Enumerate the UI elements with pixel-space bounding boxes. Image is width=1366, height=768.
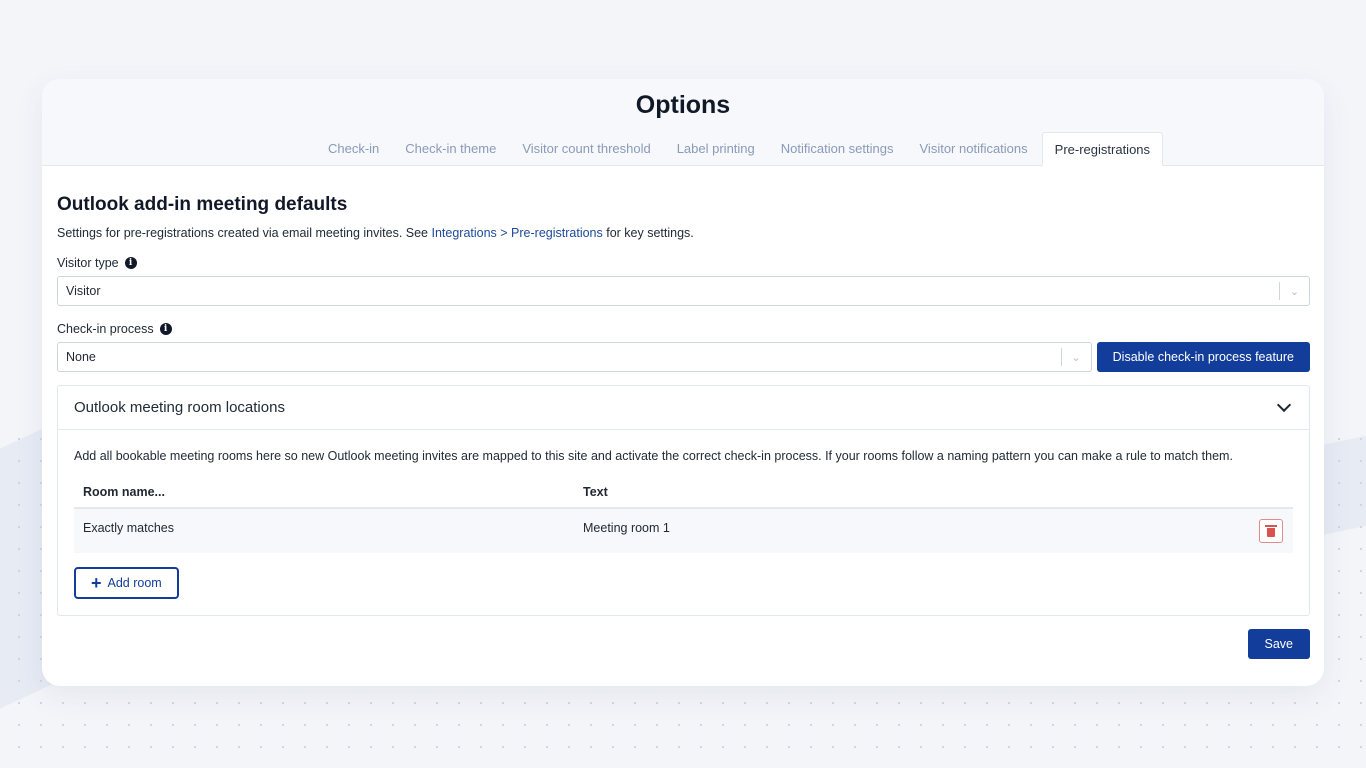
chevron-down-icon[interactable] xyxy=(1276,397,1292,413)
tab-pre-registrations[interactable]: Pre-registrations xyxy=(1041,132,1164,166)
disable-checkin-process-button[interactable]: Disable check-in process feature xyxy=(1096,342,1310,372)
trash-icon xyxy=(1265,524,1277,537)
tab-notification-settings[interactable]: Notification settings xyxy=(768,141,907,166)
room-match-type: Exactly matches xyxy=(83,521,175,535)
tab-visitor-count-threshold[interactable]: Visitor count threshold xyxy=(509,141,663,166)
room-text: Meeting room 1 xyxy=(583,521,670,535)
rooms-panel-body: Add all bookable meeting rooms here so n… xyxy=(58,430,1309,615)
save-row: Save xyxy=(57,629,1310,659)
visitor-type-label-text: Visitor type xyxy=(57,256,119,270)
rooms-panel: Outlook meeting room locations Add all b… xyxy=(57,385,1310,616)
content: Outlook add-in meeting defaults Settings… xyxy=(42,194,1324,659)
chevron-down-icon: ⌄ xyxy=(1279,282,1309,300)
add-room-label: Add room xyxy=(107,576,162,590)
visitor-type-label: Visitor type i xyxy=(57,256,1310,270)
page-title: Options xyxy=(635,91,731,119)
add-room-button[interactable]: + Add room xyxy=(74,567,179,599)
tab-label-printing[interactable]: Label printing xyxy=(664,141,768,166)
info-icon[interactable]: i xyxy=(159,323,172,335)
section-description: Settings for pre-registrations created v… xyxy=(57,226,1310,240)
options-card: Options Check-in Check-in theme Visitor … xyxy=(42,79,1324,686)
section-title: Outlook add-in meeting defaults xyxy=(57,194,348,215)
section-desc-prefix: Settings for pre-registrations created v… xyxy=(57,226,432,240)
save-button[interactable]: Save xyxy=(1247,629,1310,659)
tab-visitor-notifications[interactable]: Visitor notifications xyxy=(907,141,1041,166)
rooms-panel-description: Add all bookable meeting rooms here so n… xyxy=(74,449,1233,463)
rooms-panel-title: Outlook meeting room locations xyxy=(74,399,285,416)
delete-room-button[interactable] xyxy=(1259,519,1283,543)
integrations-link[interactable]: Integrations > Pre-registrations xyxy=(431,226,602,240)
rooms-table: Room name... Text Exactly matches Meetin… xyxy=(74,485,1293,553)
visitor-type-select[interactable]: Visitor ⌄ xyxy=(57,276,1310,306)
card-header: Options Check-in Check-in theme Visitor … xyxy=(42,79,1324,166)
section-desc-suffix: for key settings. xyxy=(602,226,694,240)
checkin-process-label: Check-in process i xyxy=(57,322,1310,336)
visitor-type-value: Visitor xyxy=(66,284,101,298)
chevron-down-icon: ⌄ xyxy=(1060,348,1091,366)
info-icon[interactable]: i xyxy=(124,257,137,269)
plus-icon: + xyxy=(91,573,102,593)
checkin-process-row: None ⌄ Disable check-in process feature xyxy=(57,342,1310,372)
table-row: Exactly matches Meeting room 1 xyxy=(74,509,1293,553)
column-header-text: Text xyxy=(583,485,608,499)
checkin-process-select[interactable]: None ⌄ xyxy=(57,342,1092,372)
table-header: Room name... Text xyxy=(74,485,1293,509)
tab-bar: Check-in Check-in theme Visitor count th… xyxy=(42,132,1324,166)
column-header-room-name: Room name... xyxy=(83,485,165,499)
checkin-process-value: None xyxy=(66,350,96,364)
tab-check-in[interactable]: Check-in xyxy=(315,141,392,166)
tab-check-in-theme[interactable]: Check-in theme xyxy=(392,141,509,166)
rooms-panel-header[interactable]: Outlook meeting room locations xyxy=(58,386,1309,430)
checkin-process-label-text: Check-in process xyxy=(57,322,154,336)
